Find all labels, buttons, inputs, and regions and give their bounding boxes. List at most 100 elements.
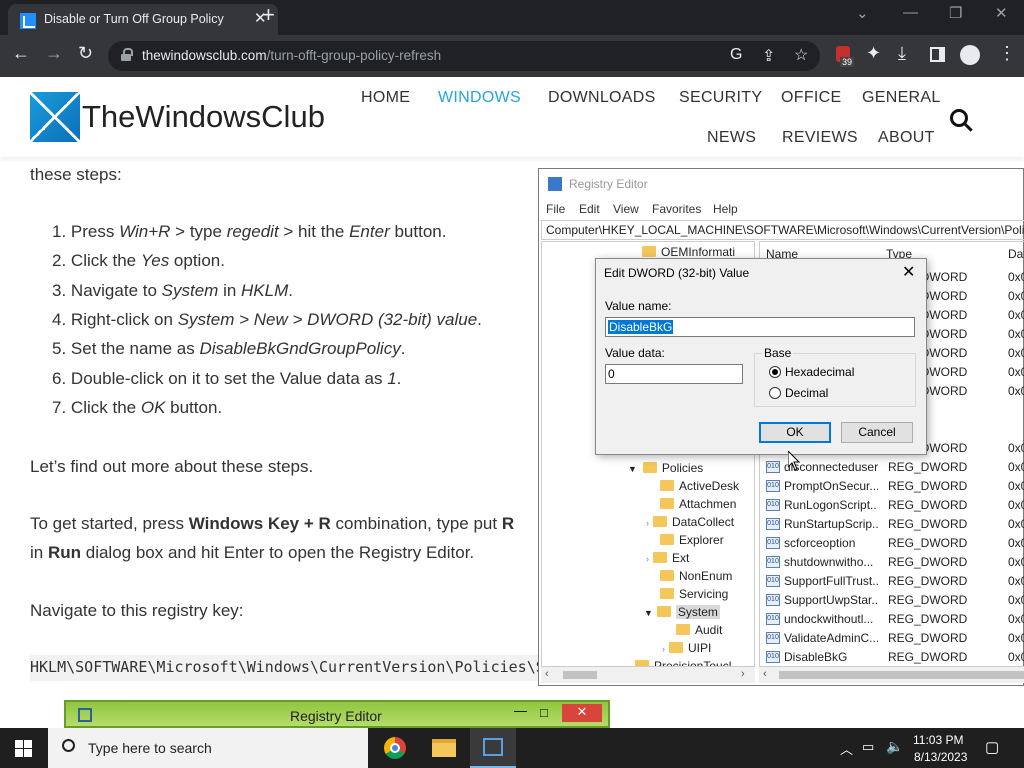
- menu-general[interactable]: GENERAL: [862, 89, 941, 107]
- menu-file[interactable]: File: [546, 202, 565, 216]
- dword-value-icon: 010: [766, 499, 780, 511]
- value-row[interactable]: 010 RunLogonScript... REG_DWORD 0x0: [760, 496, 1024, 515]
- tray-chevron-icon[interactable]: ︿: [840, 739, 853, 758]
- tree-item-servicing[interactable]: Servicing: [660, 587, 728, 601]
- ok-button[interactable]: OK: [759, 422, 831, 443]
- tree-item-datacollection[interactable]: › DataCollect: [646, 515, 734, 529]
- taskbar-search-box[interactable]: Type here to search: [48, 728, 368, 768]
- google-icon[interactable]: G: [730, 46, 742, 64]
- menu-reviews[interactable]: REVIEWS: [782, 129, 858, 147]
- column-data[interactable]: Data: [1008, 247, 1024, 261]
- menu-edit[interactable]: Edit: [579, 202, 600, 216]
- value-data-field[interactable]: 0: [605, 364, 743, 384]
- cancel-button[interactable]: Cancel: [841, 422, 913, 443]
- tree-item-uipi[interactable]: › UIPI: [662, 641, 711, 655]
- menu-office[interactable]: OFFICE: [781, 89, 841, 107]
- site-search-icon-handle: [964, 123, 973, 132]
- clock-date[interactable]: 8/13/2023: [914, 750, 967, 764]
- menu-security[interactable]: SECURITY: [679, 89, 762, 107]
- notification-icon[interactable]: ▢: [985, 738, 999, 756]
- menu-downloads[interactable]: DOWNLOADS: [548, 89, 656, 107]
- chrome-taskbar-icon[interactable]: [384, 737, 406, 759]
- menu-home[interactable]: HOME: [361, 89, 410, 107]
- value-name-field[interactable]: DisableBkG: [605, 317, 915, 337]
- tree-item-precisiontouchpad[interactable]: › PrecisionToucl: [628, 659, 731, 666]
- extensions-puzzle-icon[interactable]: ✦: [866, 43, 881, 64]
- side-panel-icon[interactable]: [930, 47, 945, 62]
- site-logo-text[interactable]: TheWindowsClub: [82, 99, 325, 135]
- scroll-left-icon[interactable]: ‹: [545, 668, 549, 680]
- menu-help[interactable]: Help: [713, 202, 738, 216]
- value-row[interactable]: 010 PromptOnSecur... REG_DWORD 0x0: [760, 477, 1024, 496]
- registry-path-bar[interactable]: Computer\HKEY_LOCAL_MACHINE\SOFTWARE\Mic…: [541, 220, 1024, 240]
- menu-favorites[interactable]: Favorites: [652, 202, 701, 216]
- dialog-close-icon[interactable]: ✕: [902, 262, 915, 282]
- network-icon[interactable]: ▭: [862, 739, 874, 755]
- expand-arrow-icon[interactable]: ›: [646, 518, 649, 528]
- profile-avatar[interactable]: [960, 45, 980, 65]
- tree-item-system[interactable]: ▼ System: [644, 605, 720, 619]
- value-row[interactable]: 010 undockwithoutl... REG_DWORD 0x0: [760, 610, 1024, 629]
- restore-icon[interactable]: ❐: [949, 4, 962, 22]
- menu-windows[interactable]: WINDOWS: [438, 89, 521, 107]
- menu-about[interactable]: ABOUT: [878, 129, 935, 147]
- lock-icon[interactable]: [121, 48, 133, 61]
- new-tab-icon[interactable]: +: [262, 2, 275, 28]
- tree-item-explorer[interactable]: Explorer: [660, 533, 724, 547]
- download-icon[interactable]: ⤓: [898, 43, 906, 64]
- list-scroll-thumb[interactable]: [779, 671, 1024, 679]
- window-close-icon[interactable]: ✕: [995, 4, 1008, 22]
- forward-icon[interactable]: →: [45, 43, 63, 64]
- decimal-radio[interactable]: [769, 387, 781, 399]
- explorer-taskbar-icon[interactable]: [432, 739, 456, 757]
- chrome-menu-icon[interactable]: ⋮: [998, 43, 1016, 64]
- tree-item-attachments[interactable]: Attachmen: [660, 497, 736, 511]
- menu-news[interactable]: NEWS: [707, 129, 756, 147]
- value-row[interactable]: 010 ValidateAdminC... REG_DWORD 0x0: [760, 629, 1024, 648]
- regedit-title: Registry Editor: [569, 177, 648, 191]
- share-icon[interactable]: ⇪: [762, 46, 775, 66]
- tree-item-activedesktop[interactable]: ActiveDesk: [660, 479, 739, 493]
- volume-icon[interactable]: 🔈: [886, 738, 903, 755]
- value-row[interactable]: 010 SupportUwpStar... REG_DWORD 0x0: [760, 591, 1024, 610]
- expand-chevron-icon[interactable]: ▼: [644, 608, 653, 618]
- expand-arrow-icon[interactable]: ›: [662, 644, 665, 654]
- decimal-label[interactable]: Decimal: [785, 386, 828, 400]
- tree-item-audit[interactable]: Audit: [676, 623, 722, 637]
- list-horizontal-scrollbar[interactable]: ‹: [759, 667, 1024, 683]
- address-bar[interactable]: thewindowsclub.com/turn-offt-group-polic…: [108, 41, 820, 71]
- value-row[interactable]: 010 RunStartupScrip... REG_DWORD 0x0: [760, 515, 1024, 534]
- value-row[interactable]: 010 SupportFullTrust... REG_DWORD 0x0: [760, 572, 1024, 591]
- tree-item-ext[interactable]: › Ext: [646, 551, 689, 565]
- value-type: REG_DWORD: [888, 555, 968, 569]
- expand-chevron-icon[interactable]: ▼: [628, 464, 637, 474]
- value-row[interactable]: 010 shutdownwitho... REG_DWORD 0x0: [760, 553, 1024, 572]
- minimize-icon[interactable]: —: [903, 4, 918, 21]
- value-name: scforceoption: [784, 536, 856, 550]
- start-button-icon[interactable]: [15, 740, 32, 757]
- tab-search-icon[interactable]: ⌄: [856, 4, 869, 22]
- tree-item-oeminformation[interactable]: OEMInformati: [642, 245, 735, 259]
- edit-dword-dialog: Edit DWORD (32-bit) Value ✕ Value name: …: [595, 258, 927, 455]
- clock-time[interactable]: 11:03 PM: [913, 733, 963, 747]
- back-icon[interactable]: ←: [12, 43, 30, 64]
- reload-icon[interactable]: ↻: [78, 43, 93, 64]
- value-row[interactable]: 010 scforceoption REG_DWORD 0x0: [760, 534, 1024, 553]
- scroll-right-icon[interactable]: ›: [741, 668, 745, 680]
- hex-label[interactable]: Hexadecimal: [785, 365, 854, 379]
- tree-horizontal-scrollbar[interactable]: ‹ ›: [541, 667, 755, 683]
- value-row[interactable]: 010 DisableBkG REG_DWORD 0x0: [760, 648, 1024, 666]
- site-logo-icon[interactable]: [30, 92, 80, 142]
- regedit-taskbar-icon[interactable]: [470, 728, 516, 768]
- scroll-left-icon[interactable]: ‹: [763, 668, 767, 680]
- value-data: 0x0: [1008, 441, 1024, 455]
- browser-tab[interactable]: Disable or Turn Off Group Policy ✕: [8, 4, 278, 35]
- tree-scroll-thumb[interactable]: [563, 671, 597, 679]
- bookmark-star-icon[interactable]: ☆: [794, 45, 808, 65]
- tree-item-nonenum[interactable]: NonEnum: [660, 569, 732, 583]
- step-6: 6. Double-click on it to set the Value d…: [52, 369, 402, 388]
- expand-arrow-icon[interactable]: ›: [646, 554, 649, 564]
- menu-view[interactable]: View: [613, 202, 639, 216]
- hex-radio[interactable]: [769, 366, 781, 378]
- tree-item-policies[interactable]: ▼ Policies: [628, 461, 703, 475]
